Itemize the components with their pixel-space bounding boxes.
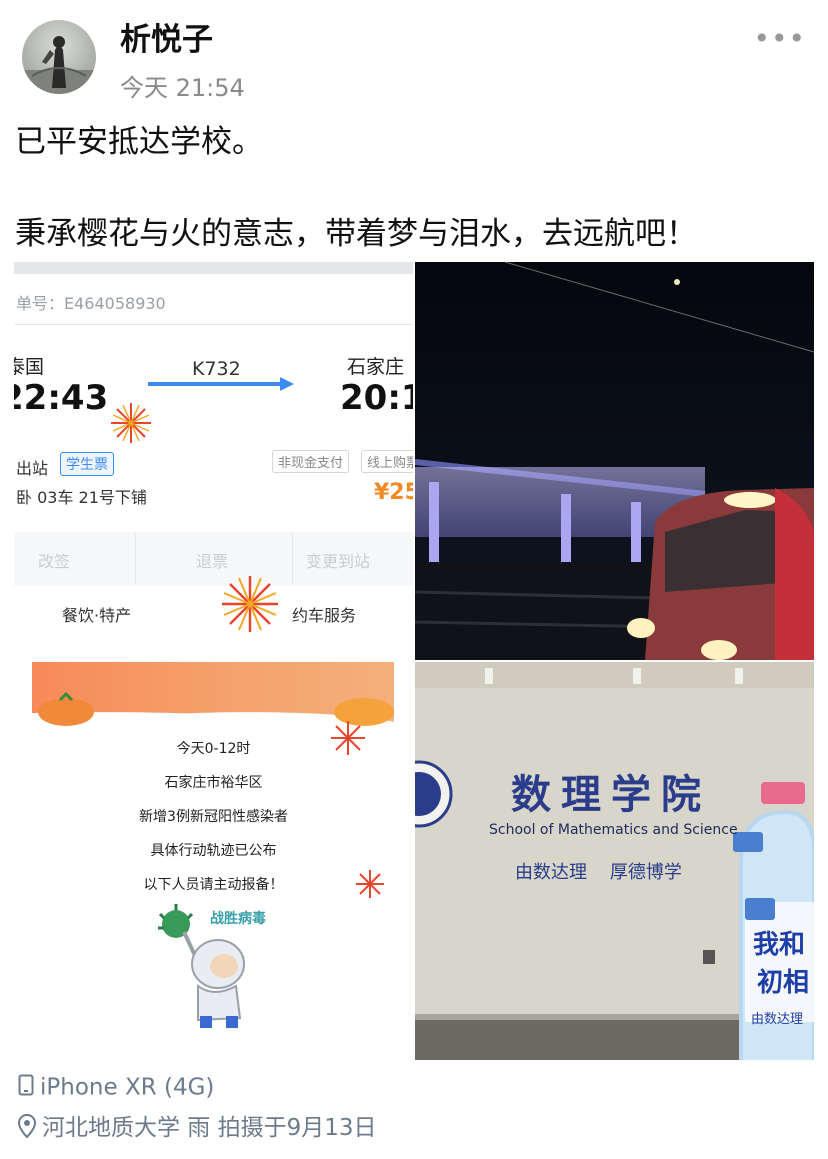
persimmon-icon <box>38 691 94 726</box>
author-name[interactable]: 析悦子 <box>120 14 213 59</box>
refund-ticket-button: 退票 <box>196 552 229 571</box>
ticket-price: ¥25 <box>374 480 413 505</box>
location-pin-icon <box>17 1113 37 1144</box>
board-text: 我和 <box>753 930 806 960</box>
ticket-seat: 卧 03车 21号下铺 <box>16 488 147 507</box>
photo-train-ticket[interactable]: 单号：E464058930 泰国 石家庄 22:43 20:12 K732 出站… <box>14 262 413 660</box>
school-motto: 由数达理 厚德博学 <box>515 862 682 883</box>
phone-icon <box>18 1074 34 1102</box>
board-text: 由数达理 <box>751 1012 804 1027</box>
divider <box>135 534 136 584</box>
device-label: iPhone XR (4G) <box>40 1074 215 1101</box>
car-service-link: 约车服务 <box>292 606 357 625</box>
ticket-top-strip <box>14 262 413 274</box>
firework-sticker-icon <box>356 870 384 898</box>
change-ticket-button: 改签 <box>38 552 71 571</box>
ticket-station-note: 出站 <box>16 459 49 478</box>
board-text: 初相 <box>757 968 810 998</box>
author-avatar[interactable] <box>22 20 96 94</box>
online-tag: 线上购票 <box>361 450 413 473</box>
post-text-line2: 秉承樱花与火的意志，带着梦与泪水，去远航吧！ <box>15 216 697 252</box>
post-time: 今天 21:54 <box>120 74 245 102</box>
location-line[interactable]: 河北地质大学 雨 拍摄于9月13日 <box>17 1108 377 1144</box>
ticket-order-number: 单号：E464058930 <box>16 294 166 313</box>
astronaut-mascot-icon <box>158 904 245 1028</box>
noncash-tag: 非现金支付 <box>272 450 350 473</box>
school-title-en: School of Mathematics and Science <box>489 822 738 838</box>
more-options-icon[interactable]: ••• <box>753 22 806 55</box>
direction-arrow-icon <box>148 382 284 386</box>
ticket-depart-time: 22:43 <box>14 378 109 418</box>
divider <box>292 534 293 584</box>
firework-sticker-icon <box>222 576 278 632</box>
notice-line: 石家庄市裕华区 <box>164 775 263 791</box>
firework-sticker-icon <box>331 721 365 755</box>
ticket-train-number: K732 <box>192 358 241 380</box>
change-station-button: 变更到站 <box>306 552 371 571</box>
photo-covid-notice[interactable]: 今天0-12时 石家庄市裕华区 新增3例新冠阳性感染者 具体行动轨迹已公布 以下… <box>14 662 413 1060</box>
firework-sticker-icon <box>111 403 151 443</box>
divider <box>14 324 413 325</box>
ticket-from-station: 泰国 <box>14 356 45 378</box>
photo-train-night[interactable] <box>415 262 814 660</box>
notice-line: 新增3例新冠阳性感染者 <box>139 809 288 825</box>
post-text-line1: 已平安抵达学校。 <box>15 124 263 160</box>
location-label[interactable]: 河北地质大学 雨 拍摄于9月13日 <box>42 1115 377 1141</box>
ticket-arrive-time: 20:12 <box>340 378 413 418</box>
arrow-head-icon <box>280 377 294 391</box>
photo-school-wall[interactable]: 数理学院 School of Mathematics and Science 由… <box>415 662 814 1060</box>
school-title-cn: 数理学院 <box>511 771 711 818</box>
food-service-link: 餐饮·特产 <box>62 606 132 625</box>
notice-line: 具体行动轨迹已公布 <box>150 843 277 859</box>
device-line: iPhone XR (4G) <box>18 1074 214 1102</box>
student-ticket-badge: 学生票 <box>60 452 114 476</box>
ticket-to-station: 石家庄 <box>347 356 405 378</box>
night-platform-scene <box>415 262 814 660</box>
